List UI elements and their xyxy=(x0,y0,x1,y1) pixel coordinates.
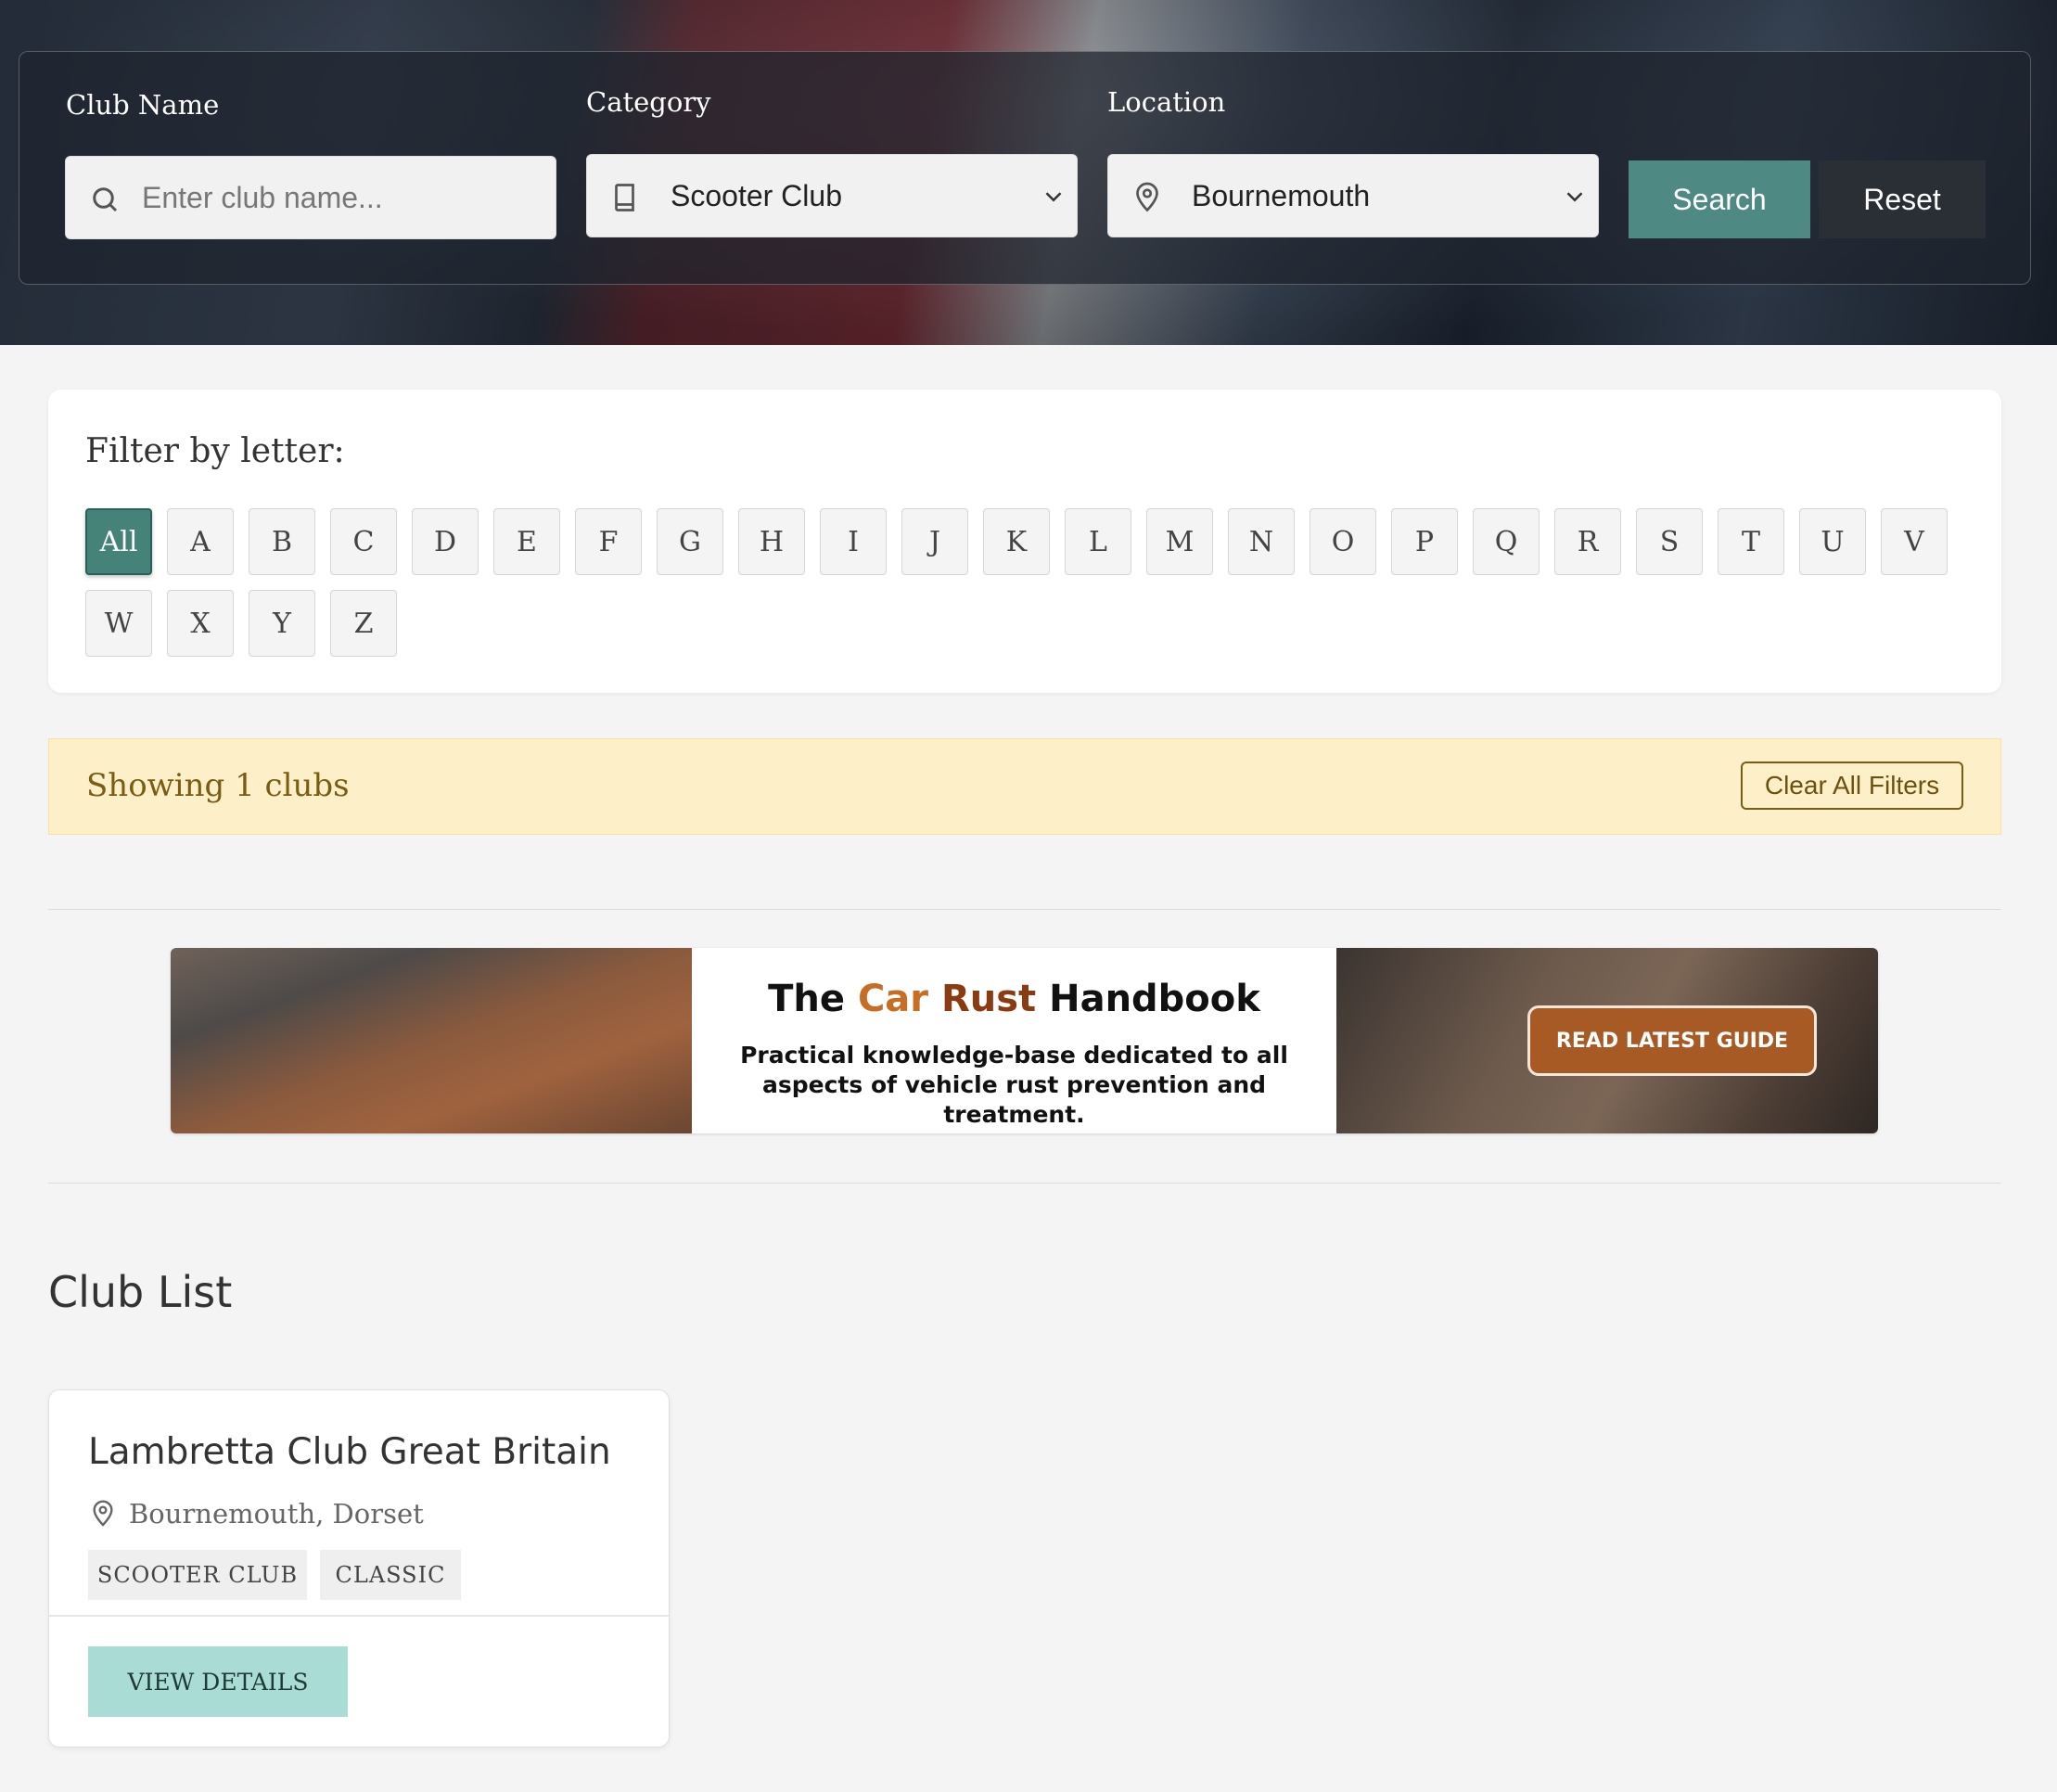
letter-filter-f[interactable]: F xyxy=(575,508,642,575)
card-divider xyxy=(49,1615,669,1617)
letter-filter-a[interactable]: A xyxy=(167,508,234,575)
location-value: Bournemouth xyxy=(1192,178,1371,212)
letter-filter-all[interactable]: All xyxy=(85,508,152,575)
club-tag: SCOOTER CLUB xyxy=(88,1550,307,1600)
ad-section: The Car Rust Handbook Practical knowledg… xyxy=(48,909,2001,1184)
letter-filter-b[interactable]: B xyxy=(249,508,315,575)
club-name-label: Club Name xyxy=(66,89,220,121)
letter-filter-t[interactable]: T xyxy=(1718,508,1784,575)
rusty-cars-image xyxy=(171,948,692,1133)
letter-filter-v[interactable]: V xyxy=(1881,508,1948,575)
letter-filter-k[interactable]: K xyxy=(983,508,1050,575)
category-value: Scooter Club xyxy=(671,178,842,212)
search-button[interactable]: Search xyxy=(1629,160,1810,238)
letter-filter-card: Filter by letter: All A B C D E F G H I J K L M N O P Q R S… xyxy=(48,390,2001,693)
category-select[interactable]: Scooter Club xyxy=(586,154,1078,237)
results-status-bar: Showing 1 clubs Clear All Filters xyxy=(48,738,2001,835)
letter-filter-e[interactable]: E xyxy=(493,508,560,575)
chevron-down-icon xyxy=(1045,192,1062,202)
letter-filter-n[interactable]: N xyxy=(1228,508,1295,575)
search-panel: Club Name Enter club name... Category Sc… xyxy=(19,51,2031,285)
search-icon xyxy=(93,187,118,212)
club-list-heading: Club List xyxy=(48,1267,233,1317)
view-details-button[interactable]: VIEW DETAILS xyxy=(88,1646,348,1717)
letter-filter-y[interactable]: Y xyxy=(249,590,315,657)
letter-filter-m[interactable]: M xyxy=(1146,508,1213,575)
letter-filter-w[interactable]: W xyxy=(85,590,152,657)
letter-filter-u[interactable]: U xyxy=(1799,508,1866,575)
letter-filter-c[interactable]: C xyxy=(330,508,397,575)
map-pin-icon xyxy=(93,1500,113,1527)
club-tag: CLASSIC xyxy=(320,1550,461,1600)
category-label: Category xyxy=(586,86,711,118)
letter-filter-title: Filter by letter: xyxy=(85,432,345,470)
letter-filter-s[interactable]: S xyxy=(1636,508,1703,575)
letter-filter-p[interactable]: P xyxy=(1391,508,1458,575)
club-name: Lambretta Club Great Britain xyxy=(88,1431,611,1473)
letter-filter-r[interactable]: R xyxy=(1554,508,1621,575)
map-pin-icon xyxy=(1136,182,1158,212)
location-label: Location xyxy=(1107,86,1226,118)
hero-background: Club Name Enter club name... Category Sc… xyxy=(0,0,2057,345)
letter-filter-h[interactable]: H xyxy=(738,508,805,575)
ad-banner[interactable]: The Car Rust Handbook Practical knowledg… xyxy=(171,948,1878,1133)
club-name-input[interactable]: Enter club name... xyxy=(65,156,556,239)
clear-filters-button[interactable]: Clear All Filters xyxy=(1741,762,1963,810)
ad-description: Practical knowledge-base dedicated to al… xyxy=(740,1042,1288,1128)
book-icon xyxy=(615,184,634,211)
letter-filter-o[interactable]: O xyxy=(1310,508,1376,575)
ad-title: The Car Rust Handbook xyxy=(768,978,1260,1020)
club-name-placeholder: Enter club name... xyxy=(142,180,383,214)
letter-filter-z[interactable]: Z xyxy=(330,590,397,657)
results-count: Showing 1 clubs xyxy=(86,767,350,804)
letter-filter-q[interactable]: Q xyxy=(1473,508,1540,575)
reset-button[interactable]: Reset xyxy=(1819,160,1986,238)
letter-filter-i[interactable]: I xyxy=(820,508,887,575)
letter-filter-d[interactable]: D xyxy=(412,508,479,575)
location-select[interactable]: Bournemouth xyxy=(1107,154,1599,237)
chevron-down-icon xyxy=(1566,192,1583,202)
letter-filter-g[interactable]: G xyxy=(657,508,723,575)
read-guide-button[interactable]: READ LATEST GUIDE xyxy=(1527,1005,1817,1076)
letter-filter-l[interactable]: L xyxy=(1065,508,1131,575)
letter-filter-j[interactable]: J xyxy=(901,508,968,575)
letter-filter-x[interactable]: X xyxy=(167,590,234,657)
club-card: Lambretta Club Great Britain Bournemouth… xyxy=(48,1389,670,1747)
club-location: Bournemouth, Dorset xyxy=(129,1498,424,1530)
